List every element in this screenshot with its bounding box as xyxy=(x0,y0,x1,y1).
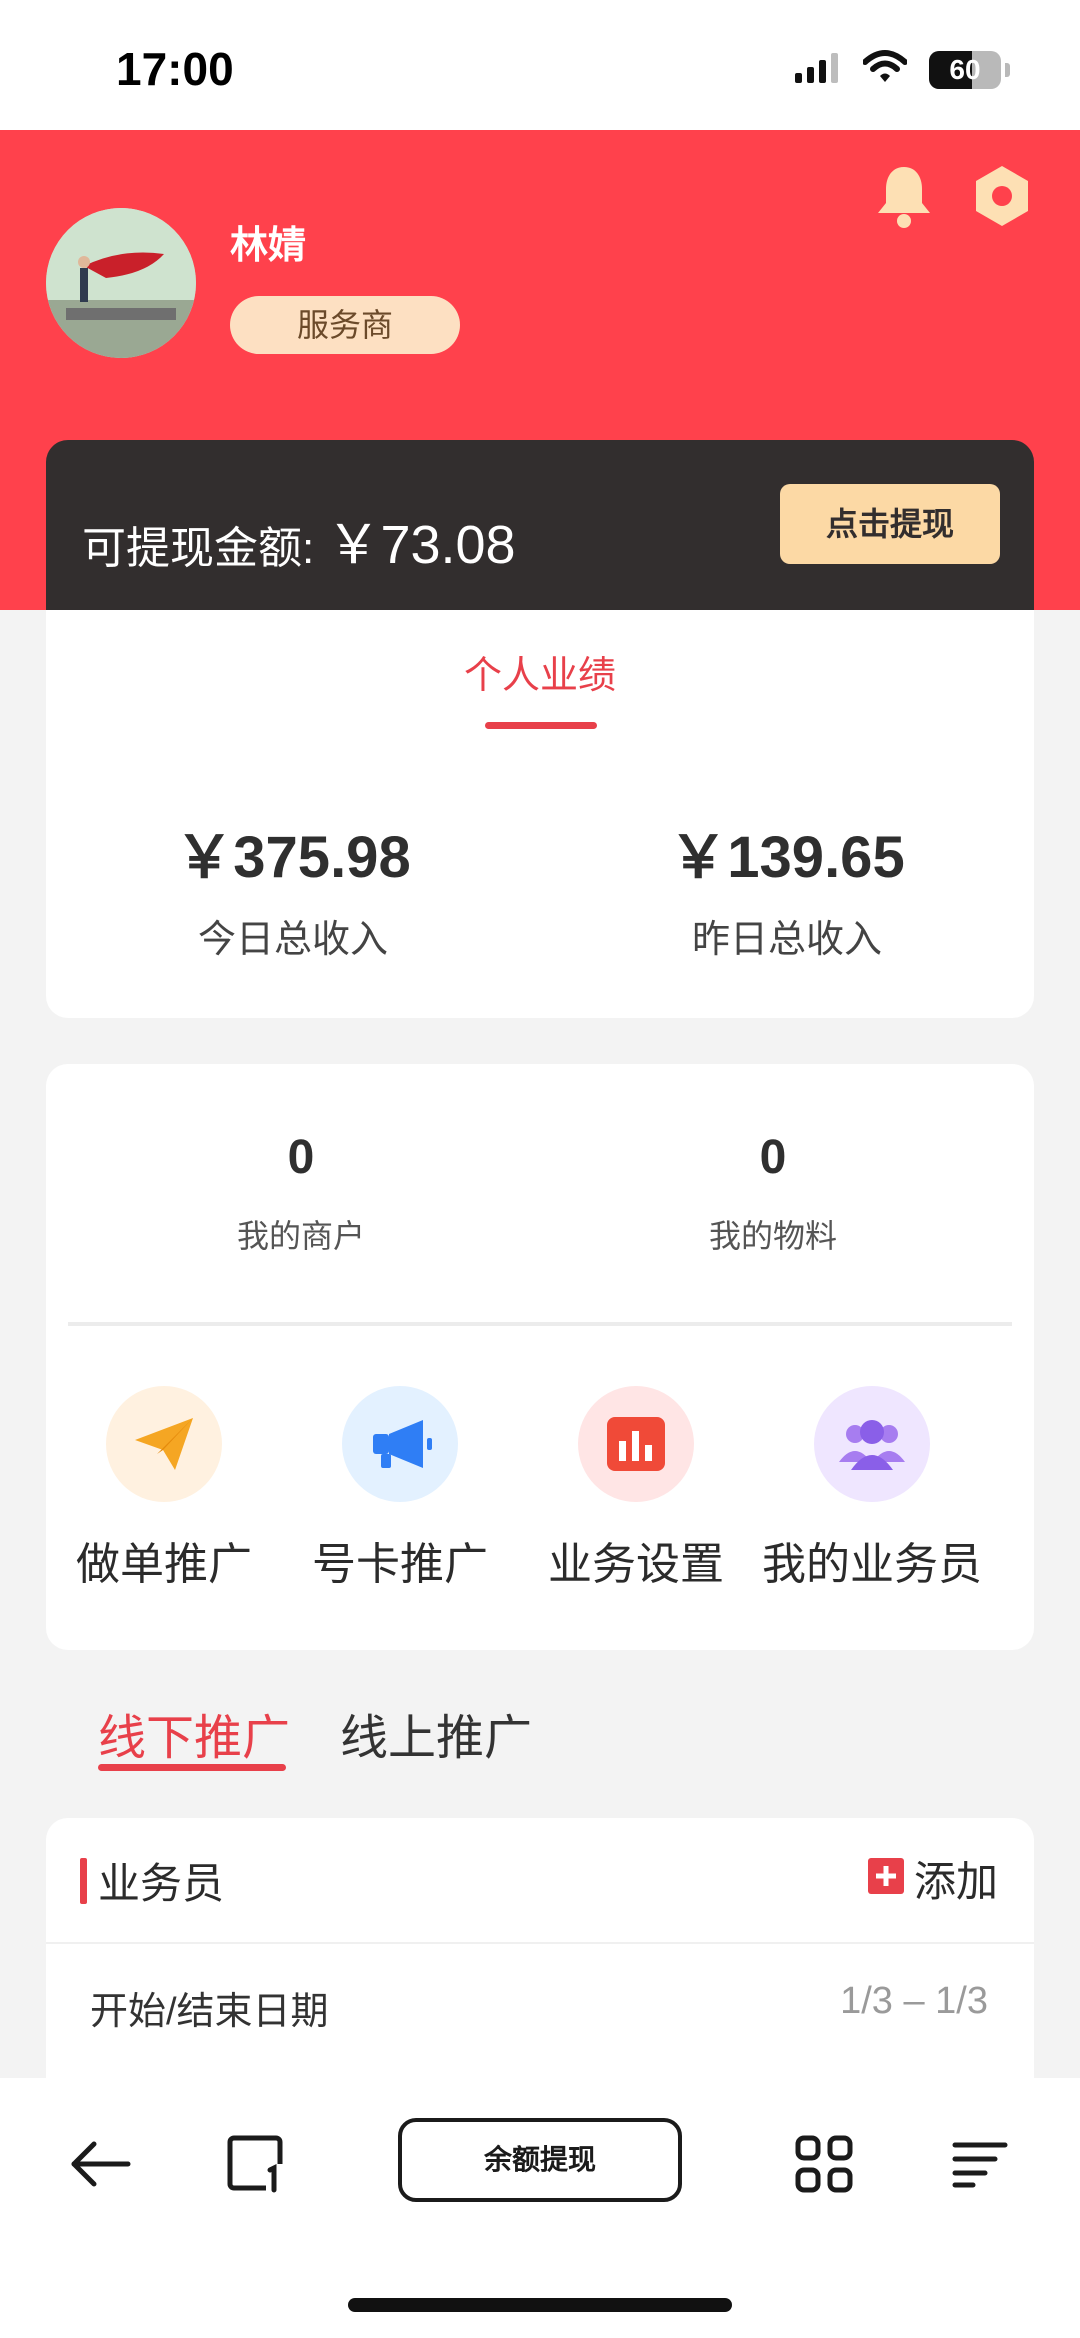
status-time: 17:00 xyxy=(116,43,234,95)
action-label: 号卡推广 xyxy=(312,1540,488,1589)
action-label: 业务设置 xyxy=(548,1540,724,1589)
stat-yesterday-value: ￥139.65 xyxy=(669,825,905,890)
material-count-label: 我的物料 xyxy=(708,1218,837,1254)
status-bar: 17:00 60 xyxy=(0,0,1080,130)
stat-yesterday: ￥139.65 昨日总收入 xyxy=(540,810,1034,963)
action-business-settings[interactable]: 业务设置 xyxy=(518,1386,754,1592)
grid-icon[interactable] xyxy=(782,2122,866,2206)
quick-action-card: 0 我的商户 0 我的物料 做单推广 号卡推广 业务设置 我的业务员 xyxy=(46,1064,1034,1650)
paper-plane-icon xyxy=(106,1386,222,1502)
stat-yesterday-label: 昨日总收入 xyxy=(691,919,882,961)
megaphone-icon xyxy=(342,1386,458,1502)
battery-level: 60 xyxy=(949,53,981,85)
status-icons: 60 xyxy=(795,50,1010,89)
bell-icon[interactable] xyxy=(866,158,942,234)
add-staff-button[interactable]: 添加 xyxy=(867,1848,998,1909)
battery-icon: 60 xyxy=(929,50,1001,89)
plus-icon xyxy=(867,1858,904,1899)
role-badge: 服务商 xyxy=(230,296,460,354)
material-count[interactable]: 0 我的物料 xyxy=(538,1130,1008,1257)
withdraw-label: 可提现金额: ￥73.08 xyxy=(82,500,516,579)
tab-offline-promotion[interactable]: 线下推广 xyxy=(98,1698,290,1768)
action-my-staff[interactable]: 我的业务员 xyxy=(754,1386,990,1592)
date-range-value[interactable]: 1/3 – 1/3 xyxy=(840,1980,988,2023)
action-label: 我的业务员 xyxy=(762,1540,982,1589)
tab-personal-performance[interactable]: 个人业绩 xyxy=(46,644,1034,699)
staff-title: 业务员 xyxy=(98,1860,225,1907)
merchant-count-value: 0 xyxy=(287,1131,315,1184)
material-count-value: 0 xyxy=(759,1131,787,1184)
tab-switch-icon[interactable] xyxy=(214,2122,298,2206)
stat-today-value: ￥375.98 xyxy=(175,825,411,890)
withdraw-amount: ￥73.08 xyxy=(326,515,516,575)
settings-icon[interactable] xyxy=(964,158,1040,234)
promotion-tabs: 线下推广 线上推广 xyxy=(0,1692,1080,1782)
section-accent-bar xyxy=(80,1858,87,1904)
stat-today-label: 今日总收入 xyxy=(197,919,388,961)
menu-icon[interactable] xyxy=(938,2122,1022,2206)
wifi-icon xyxy=(862,50,908,89)
stat-today: ￥375.98 今日总收入 xyxy=(46,810,540,963)
tab-underline xyxy=(485,722,597,729)
withdraw-label-text: 可提现金额: xyxy=(82,524,327,573)
users-icon xyxy=(814,1386,930,1502)
withdraw-button[interactable]: 点击提现 xyxy=(780,484,1000,564)
battery-cap xyxy=(1005,62,1010,77)
row-divider xyxy=(46,1942,1034,1944)
promo-tab-underline xyxy=(98,1764,286,1771)
avatar[interactable] xyxy=(46,208,196,358)
bar-chart-icon xyxy=(578,1386,694,1502)
balance-withdraw-button[interactable]: 余额提现 xyxy=(398,2118,682,2202)
merchant-count-label: 我的商户 xyxy=(236,1218,365,1254)
date-range-label: 开始/结束日期 xyxy=(90,1991,329,2033)
action-label: 做单推广 xyxy=(76,1540,252,1589)
divider xyxy=(68,1322,1012,1326)
add-staff-label: 添加 xyxy=(913,1858,998,1905)
home-indicator[interactable] xyxy=(348,2298,732,2312)
action-order-promotion[interactable]: 做单推广 xyxy=(46,1386,282,1592)
action-card-promotion[interactable]: 号卡推广 xyxy=(282,1386,518,1592)
tab-online-promotion[interactable]: 线上推广 xyxy=(340,1698,532,1768)
staff-card: 业务员 添加 开始/结束日期 1/3 – 1/3 xyxy=(46,1818,1034,2078)
merchant-count[interactable]: 0 我的商户 xyxy=(66,1130,536,1257)
back-arrow-icon[interactable] xyxy=(58,2122,142,2206)
profile-header: 林婧 服务商 可提现金额: ￥73.08 点击提现 xyxy=(0,130,1080,740)
performance-card: 个人业绩 ￥375.98 今日总收入 ￥139.65 昨日总收入 xyxy=(46,610,1034,1018)
user-name: 林婧 xyxy=(230,225,307,267)
signal-icon xyxy=(795,51,841,88)
